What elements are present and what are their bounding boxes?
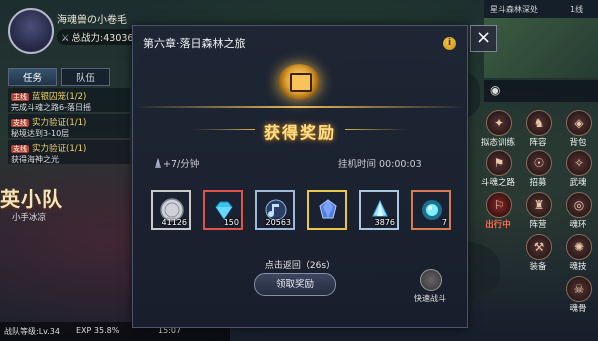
reward-dialog: 第六章·落日森林之旅 i 获得奖励 +7/分钟 挂机时间 00:00:03 41… — [132, 25, 468, 328]
task-item[interactable]: 支线 实力验证(1/1) 获得海神之光 — [8, 140, 130, 164]
power-label: 总战力 — [71, 33, 101, 44]
idle-label: 挂机时间 — [338, 159, 377, 170]
right-menu: ✦ 拟态训练 ♞ 阵容 ◈ 背包 ⚑ 斗魂之路 ☉ 招募 ✧ 武魂 ⚐ 出行中 ♜ 阵营 ◎ 魂环… — [478, 110, 598, 320]
menu-label: 斗魂之路 — [480, 178, 515, 188]
soul-ring-icon: ◎ — [566, 192, 592, 218]
task-badge: 支线 — [11, 145, 29, 153]
recruit-icon: ☉ — [526, 150, 552, 176]
soul-bone-icon: ☠ — [566, 276, 592, 302]
claim-reward-button[interactable]: 领取奖励 — [254, 273, 336, 296]
reward-item[interactable] — [307, 190, 347, 230]
team-level: 战队等级:Lv.34 — [4, 327, 60, 336]
chest-lid — [290, 73, 312, 92]
chapter-title: 第六章·落日森林之旅 — [143, 37, 246, 50]
menu-label: 出行中 — [485, 220, 511, 230]
menu-label: 魂环 — [569, 220, 587, 230]
reward-item[interactable]: 41126 — [151, 190, 191, 230]
menu-item-soul-ring[interactable]: ◎ 魂环 — [558, 192, 598, 230]
menu-item-bag[interactable]: ◈ 背包 — [558, 110, 598, 148]
menu-label: 魂技 — [569, 262, 587, 272]
task-tabs: 任务 队伍 — [8, 66, 114, 86]
menu-item-mimic-training[interactable]: ✦ 拟态训练 — [478, 110, 518, 148]
reward-item[interactable]: 7 — [411, 190, 451, 230]
tab-tasks[interactable]: 任务 — [8, 68, 58, 86]
crystal-rate-icon — [155, 158, 161, 168]
menu-item-martial-soul[interactable]: ✧ 武魂 — [558, 150, 598, 188]
lineup-icon: ♞ — [526, 110, 552, 136]
reward-count: 150 — [223, 218, 239, 227]
task-badge: 主线 — [11, 93, 29, 101]
task-detail: 获得海神之光 — [11, 155, 59, 164]
menu-item-soul-bone[interactable]: ☠ 魂骨 — [558, 276, 598, 314]
menu-label: 魂骨 — [569, 304, 587, 314]
team-title: 英小队 — [0, 187, 63, 211]
martial-soul-icon: ✧ — [566, 150, 592, 176]
exp-percent: EXP 35.8% — [76, 326, 120, 335]
bag-icon: ◈ — [566, 110, 592, 136]
menu-label: 装备 — [529, 262, 547, 272]
menu-label: 拟态训练 — [480, 138, 515, 148]
reward-items: 41126 150 20563 3876 7 — [151, 190, 451, 234]
reward-item[interactable]: 20563 — [255, 190, 295, 230]
close-button[interactable]: × — [470, 25, 497, 52]
menu-item-equipment[interactable]: ⚒ 装备 — [518, 234, 558, 272]
sword-icon: ⚔ — [61, 33, 70, 44]
task-list: 主线 蓝银囚笼(1/2) 完成斗魂之路6-落日摇 支线 实力验证(1/1) 秘境达到… — [8, 88, 130, 166]
idle-time-value: 00:00:03 — [379, 159, 422, 170]
reward-title: 获得奖励 — [263, 123, 336, 142]
reward-rate: +7/分钟 — [163, 159, 200, 170]
reward-count: 3876 — [374, 218, 395, 227]
equipment-icon: ⚒ — [526, 234, 552, 260]
menu-item-faction[interactable]: ♜ 阵营 — [518, 192, 558, 230]
glow-divider — [133, 106, 467, 108]
task-badge: 支线 — [11, 119, 29, 127]
swords-icon — [420, 269, 442, 291]
menu-item-traveling[interactable]: ⚐ 出行中 — [478, 192, 518, 230]
menu-label: 阵营 — [529, 220, 547, 230]
reward-count: 20563 — [265, 218, 291, 227]
menu-label: 武魂 — [569, 178, 587, 188]
reward-item[interactable]: 150 — [203, 190, 243, 230]
quick-battle-label: 快速战斗 — [414, 294, 446, 303]
task-title: 实力验证(1/1) — [32, 144, 87, 154]
menu-label: 招募 — [529, 178, 547, 188]
faction-icon: ♜ — [526, 192, 552, 218]
reward-item[interactable]: 3876 — [359, 190, 399, 230]
travel-icon: ⚐ — [486, 192, 512, 218]
view-toggle-bar: ◉ — [484, 80, 598, 102]
task-item[interactable]: 支线 实力验证(1/1) 秘境达到3-10层 — [8, 114, 130, 138]
soul-road-icon: ⚑ — [486, 150, 512, 176]
task-title: 实力验证(1/1) — [32, 118, 87, 128]
task-detail: 完成斗魂之路6-落日摇 — [11, 103, 91, 112]
map-area-name: 星斗森林深处 — [490, 5, 538, 14]
player-avatar[interactable] — [8, 8, 54, 54]
task-item[interactable]: 主线 蓝银囚笼(1/2) 完成斗魂之路6-落日摇 — [8, 88, 130, 112]
soul-orb-icon — [422, 200, 442, 220]
minimap[interactable] — [484, 18, 598, 78]
menu-item-soul-road[interactable]: ⚑ 斗魂之路 — [478, 150, 518, 188]
power-value: 43036 — [103, 33, 134, 44]
map-header[interactable]: 星斗森林深处 1线 — [484, 0, 598, 18]
tab-team[interactable]: 队伍 — [61, 68, 111, 86]
player-power: ⚔ 总战力:43036 — [57, 29, 140, 45]
menu-label: 背包 — [569, 138, 587, 148]
mimic-training-icon: ✦ — [486, 110, 512, 136]
reward-count: 41126 — [161, 218, 187, 227]
task-detail: 秘境达到3-10层 — [11, 129, 70, 138]
info-icon[interactable]: i — [443, 37, 456, 50]
gold-gem-icon — [319, 199, 337, 219]
menu-label: 阵容 — [529, 138, 547, 148]
menu-item-lineup[interactable]: ♞ 阵容 — [518, 110, 558, 148]
map-line: 1线 — [570, 5, 584, 14]
menu-item-recruit[interactable]: ☉ 招募 — [518, 150, 558, 188]
task-title: 蓝银囚笼(1/2) — [32, 92, 87, 102]
player-name: 海魂兽の小卷毛 — [57, 15, 127, 26]
soul-skill-icon: ✺ — [566, 234, 592, 260]
reward-count: 7 — [441, 218, 447, 227]
team-subtitle: 小手冰凉 — [12, 213, 47, 223]
eye-icon[interactable]: ◉ — [490, 83, 500, 97]
idle-time: 挂机时间 00:00:03 — [338, 156, 422, 170]
quick-battle-button[interactable]: 快速战斗 — [410, 269, 450, 309]
menu-item-soul-skill[interactable]: ✺ 魂技 — [558, 234, 598, 272]
